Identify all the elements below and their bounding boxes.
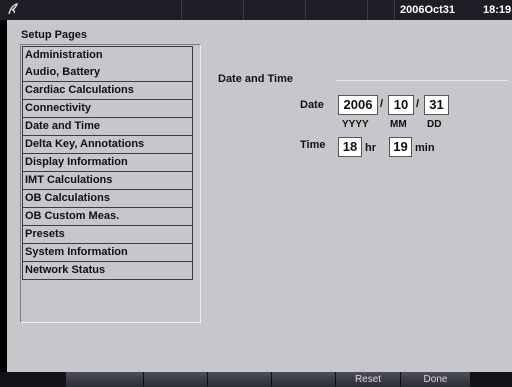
status-date: 2006Oct31 — [400, 4, 456, 16]
softkey-blank[interactable] — [66, 372, 144, 387]
status-time: 18:19 — [483, 4, 512, 16]
setup-panel: Setup Pages Administration Audio, Batter… — [7, 20, 512, 372]
setup-pages-title: Setup Pages — [21, 29, 88, 41]
softkey-blank[interactable] — [144, 372, 208, 387]
minute-field[interactable]: 19 — [389, 137, 412, 157]
month-field[interactable]: 10 — [388, 95, 414, 115]
setup-page-system-information[interactable]: System Information — [22, 244, 193, 262]
setup-page-network-status[interactable]: Network Status — [22, 262, 193, 280]
section-title: Date and Time — [218, 73, 293, 85]
day-format-hint: DD — [427, 119, 442, 130]
status-cell — [243, 0, 306, 20]
status-cell — [305, 0, 368, 20]
section-divider — [336, 80, 508, 81]
status-cell — [181, 0, 244, 20]
softkey-blank[interactable] — [272, 372, 336, 387]
month-format-hint: MM — [390, 119, 407, 130]
setup-page-ob-calculations[interactable]: OB Calculations — [22, 190, 193, 208]
setup-page-cardiac-calculations[interactable]: Cardiac Calculations — [22, 82, 193, 100]
date-label: Date — [300, 99, 324, 111]
setup-page-connectivity[interactable]: Connectivity — [22, 100, 193, 118]
day-field[interactable]: 31 — [424, 95, 449, 115]
setup-page-display-information[interactable]: Display Information — [22, 154, 193, 172]
hour-field[interactable]: 18 — [338, 137, 362, 157]
time-label: Time — [300, 139, 326, 151]
done-button[interactable]: Done — [401, 372, 471, 387]
setup-page-presets[interactable]: Presets — [22, 226, 193, 244]
status-bar: 2006Oct31 18:19 — [0, 0, 512, 21]
softkey-blank[interactable] — [208, 372, 272, 387]
date-separator: / — [416, 98, 420, 110]
setup-page-administration[interactable]: Administration — [22, 46, 193, 65]
setup-pages-list: Administration Audio, Battery Cardiac Ca… — [20, 44, 201, 323]
setup-page-ob-custom-meas[interactable]: OB Custom Meas. — [22, 208, 193, 226]
date-separator: / — [380, 98, 384, 110]
setup-page-delta-key-annotations[interactable]: Delta Key, Annotations — [22, 136, 193, 154]
reset-button[interactable]: Reset — [336, 372, 401, 387]
minute-unit: min — [415, 142, 435, 154]
year-format-hint: YYYY — [342, 119, 369, 130]
setup-page-audio-battery[interactable]: Audio, Battery — [22, 64, 193, 82]
setup-page-imt-calculations[interactable]: IMT Calculations — [22, 172, 193, 190]
hour-unit: hr — [365, 142, 376, 154]
status-cell — [367, 0, 395, 20]
softkey-bar: Reset Done — [0, 372, 512, 387]
status-cell — [0, 0, 182, 20]
year-field[interactable]: 2006 — [338, 95, 378, 115]
setup-page-date-and-time[interactable]: Date and Time — [22, 118, 193, 136]
